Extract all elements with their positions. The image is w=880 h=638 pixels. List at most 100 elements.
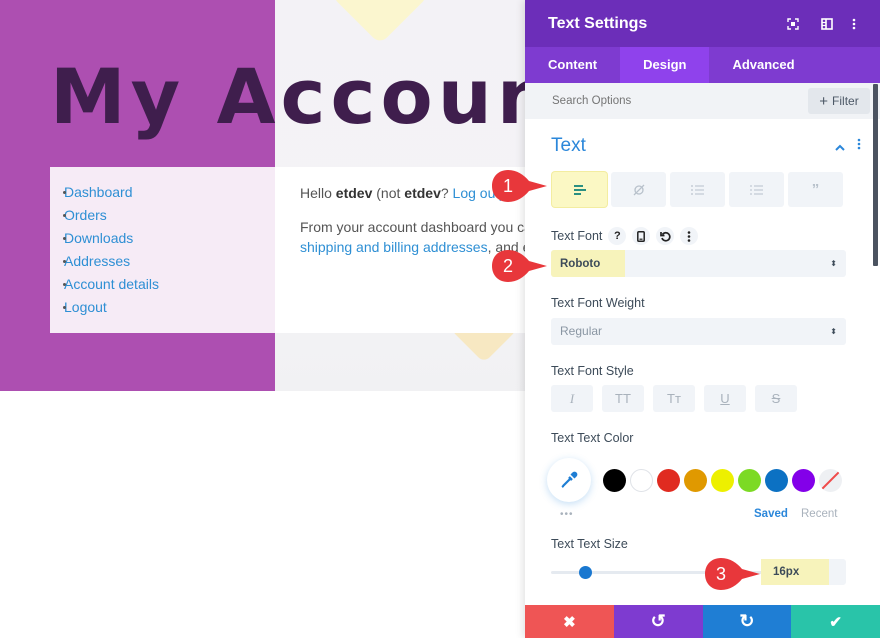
dashboard-text: From your account dashboard you can view…: [300, 219, 525, 235]
greeting-middle: (not: [372, 185, 405, 201]
unordered-list-button[interactable]: [670, 172, 725, 207]
check-icon: ✔: [829, 613, 842, 631]
nav-link-logout[interactable]: Logout: [64, 296, 107, 319]
username: etdev: [404, 185, 441, 201]
nav-item-logout: Logout: [63, 296, 275, 319]
reset-icon[interactable]: [656, 227, 675, 245]
select-arrows-icon: ⬍: [830, 327, 837, 336]
more-colors-button[interactable]: •••: [560, 509, 574, 520]
slider-handle[interactable]: [578, 566, 592, 579]
ordered-list-icon: [750, 184, 763, 195]
undo-button[interactable]: ↺: [613, 605, 703, 638]
saved-colors-tab[interactable]: Saved: [754, 508, 788, 520]
addresses-link[interactable]: shipping and billing addresses: [300, 239, 488, 255]
greeting-suffix: ?: [440, 185, 453, 201]
section-title: Text: [551, 135, 586, 156]
color-swatch-blue[interactable]: [765, 469, 788, 492]
search-options-input[interactable]: [552, 95, 808, 107]
nav-link-dashboard[interactable]: Dashboard: [64, 181, 133, 204]
username: etdev: [335, 185, 373, 201]
discard-button[interactable]: ✖: [525, 605, 614, 638]
text-font-value: Roboto: [560, 258, 601, 270]
filter-label: Filter: [832, 94, 859, 108]
text-font-weight-select[interactable]: Regular ⬍: [551, 318, 846, 345]
blockquote-button[interactable]: ”: [788, 172, 843, 207]
callout-marker-1: 1: [491, 169, 547, 203]
callout-marker-2: 2: [491, 249, 547, 283]
font-style-buttons: I TT Tт U S: [551, 385, 797, 412]
text-size-value: 16px: [773, 566, 800, 578]
tab-advanced[interactable]: Advanced: [709, 47, 817, 83]
color-swatch-yellow[interactable]: [711, 469, 734, 492]
color-swatches: [603, 469, 842, 492]
panel-header: Text Settings: [525, 0, 880, 47]
text-font-weight-label: Text Font Weight: [551, 296, 645, 310]
help-icon[interactable]: ?: [608, 227, 627, 245]
callout-number: 3: [715, 564, 726, 584]
capitalize-button[interactable]: Tт: [653, 385, 695, 412]
chevron-up-icon[interactable]: [835, 139, 845, 154]
text-font-label-text: Text Font: [551, 229, 603, 243]
unordered-list-icon: [691, 184, 704, 195]
filter-button[interactable]: + Filter: [808, 88, 870, 114]
nav-item-downloads: Downloads: [63, 227, 275, 250]
plus-icon: +: [819, 92, 829, 110]
paragraph-text-icon: [573, 184, 586, 195]
more-vertical-icon[interactable]: [680, 227, 699, 245]
link-text-button[interactable]: [611, 172, 666, 207]
recent-colors-tab[interactable]: Recent: [801, 508, 837, 520]
tab-content[interactable]: Content: [525, 47, 620, 83]
more-vertical-icon[interactable]: [844, 14, 864, 34]
ordered-list-button[interactable]: [729, 172, 784, 207]
nav-link-downloads[interactable]: Downloads: [64, 227, 133, 250]
color-swatch-white[interactable]: [630, 469, 653, 492]
text-font-weight-value: Regular: [560, 324, 603, 338]
italic-icon: I: [569, 390, 575, 406]
text-type-buttons: ”: [552, 172, 843, 207]
nav-item-dashboard: Dashboard: [63, 181, 275, 204]
underline-button[interactable]: U: [704, 385, 746, 412]
callout-number: 2: [502, 256, 513, 276]
color-swatch-orange[interactable]: [684, 469, 707, 492]
settings-tabs: Content Design Advanced: [525, 47, 880, 83]
split-view-icon[interactable]: [810, 14, 844, 34]
text-size-input[interactable]: 16px: [761, 559, 846, 585]
nav-link-orders[interactable]: Orders: [64, 204, 107, 227]
redo-icon: ↻: [739, 611, 755, 631]
tab-design[interactable]: Design: [620, 47, 710, 83]
nav-item-addresses: Addresses: [63, 250, 275, 273]
responsive-icon[interactable]: [632, 227, 651, 245]
save-button[interactable]: ✔: [791, 605, 880, 638]
color-swatch-none[interactable]: [819, 469, 842, 492]
redo-button[interactable]: ↻: [702, 605, 792, 638]
undo-icon: ↺: [650, 611, 666, 631]
link-icon: [633, 184, 644, 195]
color-swatch-purple[interactable]: [792, 469, 815, 492]
section-header-text[interactable]: Text: [551, 135, 861, 157]
callout-marker-3: 3: [704, 557, 760, 591]
italic-button[interactable]: I: [551, 385, 593, 412]
color-swatch-green[interactable]: [738, 469, 761, 492]
paragraph-text-button[interactable]: [552, 172, 607, 207]
text-font-style-label: Text Font Style: [551, 364, 634, 378]
nav-item-account-details: Account details: [63, 273, 275, 296]
text-color-label: Text Text Color: [551, 431, 634, 445]
nav-link-account-details[interactable]: Account details: [64, 273, 159, 296]
color-picker-button[interactable]: [547, 458, 591, 502]
text-size-label: Text Text Size: [551, 537, 628, 551]
color-swatch-black[interactable]: [603, 469, 626, 492]
text-font-select[interactable]: Roboto ⬍: [551, 250, 846, 277]
page-preview: My Account Dashboard Orders Downloads Ad…: [0, 0, 592, 638]
panel-title: Text Settings: [548, 14, 648, 32]
nav-link-addresses[interactable]: Addresses: [64, 250, 130, 273]
strikethrough-button[interactable]: S: [755, 385, 797, 412]
text-font-label: Text Font ?: [551, 227, 699, 245]
more-vertical-icon[interactable]: [857, 137, 861, 155]
panel-scrollbar[interactable]: [873, 84, 878, 266]
uppercase-button[interactable]: TT: [602, 385, 644, 412]
color-swatch-red[interactable]: [657, 469, 680, 492]
search-row: + Filter: [525, 83, 880, 119]
callout-number: 1: [502, 176, 513, 196]
underline-icon: U: [720, 391, 730, 406]
focus-icon[interactable]: [776, 14, 810, 34]
